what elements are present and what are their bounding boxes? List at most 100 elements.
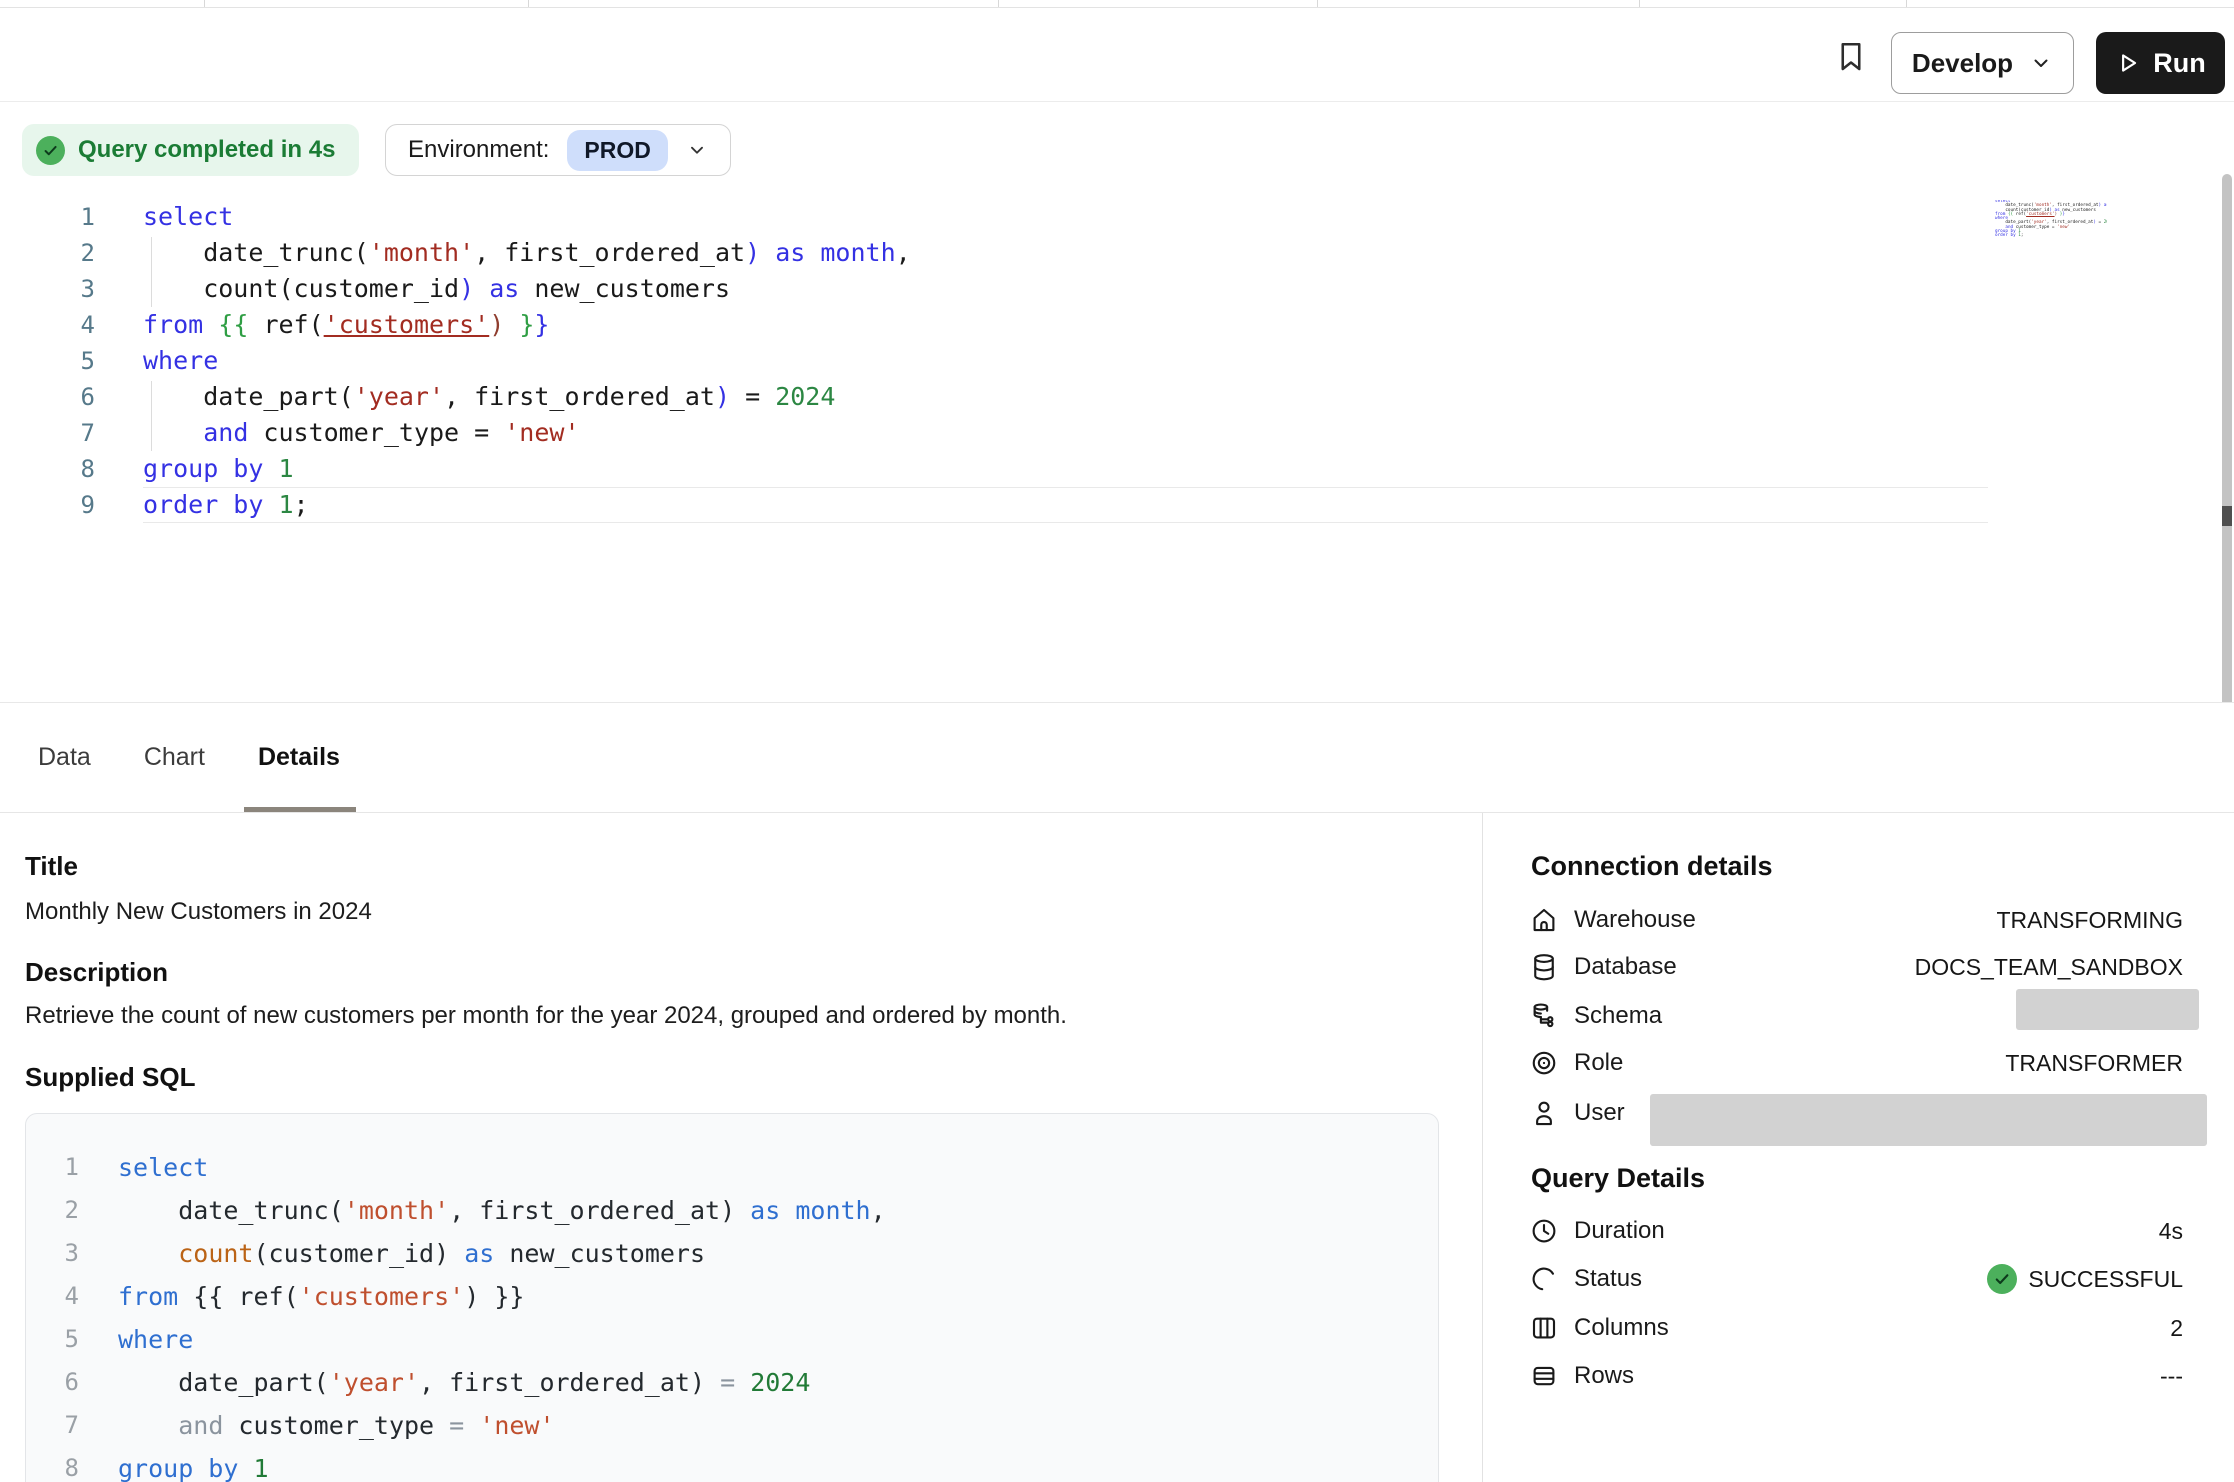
editor-scrollbar[interactable] <box>2222 174 2232 752</box>
environment-label: Environment: <box>408 136 549 164</box>
code-line-1: 1select <box>0 199 2234 235</box>
tab-chart[interactable]: Chart <box>142 703 207 812</box>
line-number: 2 <box>0 235 95 271</box>
code-text: date_trunc('month', first_ordered_at) as… <box>143 235 911 271</box>
code-line-2: 2 date_trunc('month', first_ordered_at) … <box>0 235 2234 271</box>
columns-label: Columns <box>1574 1314 1669 1342</box>
code-line-4: 4 from {{ ref('customers') }} <box>0 307 2234 343</box>
code-text: count(customer_id) as new_customers <box>143 271 730 307</box>
code-line-9: 9order by 1; <box>1995 234 2107 238</box>
line-number: 3 <box>26 1232 79 1275</box>
duration-value: 4s <box>2159 1218 2183 1245</box>
chevron-down-icon <box>686 139 708 161</box>
rows-value: --- <box>2160 1363 2183 1390</box>
code-line-8: 8 group by 1 <box>26 1447 1438 1482</box>
user-redacted-value <box>1650 1094 2207 1146</box>
code-text: where <box>118 1318 193 1361</box>
check-circle-icon <box>36 136 65 165</box>
user-label: User <box>1574 1099 1625 1127</box>
title-value: Monthly New Customers in 2024 <box>25 898 372 926</box>
line-number: 8 <box>26 1447 79 1482</box>
sql-editor[interactable]: 1select2 date_trunc('month', first_order… <box>0 199 2234 523</box>
duration-label: Duration <box>1574 1217 1665 1245</box>
target-icon <box>1529 1048 1559 1078</box>
line-number: 6 <box>0 379 95 415</box>
database-value: DOCS_TEAM_SANDBOX <box>1915 954 2183 981</box>
develop-button[interactable]: Develop <box>1891 32 2074 94</box>
warehouse-value: TRANSFORMING <box>1996 907 2183 934</box>
results-tab-bar: Data Chart Details <box>0 703 2234 813</box>
editor-minimap[interactable]: 1select2 date_trunc('month', first_order… <box>1995 200 2107 244</box>
query-status-text: Query completed in 4s <box>78 136 335 164</box>
run-button-label: Run <box>2153 48 2205 79</box>
description-heading: Description <box>25 957 168 988</box>
line-number: 2 <box>26 1189 79 1232</box>
role-row: RoleTRANSFORMER <box>1529 1044 2183 1082</box>
description-value: Retrieve the count of new customers per … <box>25 1002 1067 1030</box>
tab-data[interactable]: Data <box>36 703 93 812</box>
environment-value-badge: PROD <box>567 130 667 171</box>
ide-window: Develop Run Query completed in 4s Enviro… <box>0 0 2234 1482</box>
code-line-4: 4 from {{ ref('customers') }} <box>26 1275 1438 1318</box>
schema-redacted-value <box>2016 989 2199 1030</box>
code-line-7: 7 and customer_type = 'new' <box>26 1404 1438 1447</box>
code-text: select <box>143 199 233 235</box>
rows-label: Rows <box>1574 1362 1634 1390</box>
tab-divider <box>528 0 529 7</box>
tab-divider <box>1317 0 1318 7</box>
rows-row: Rows --- <box>1529 1357 2183 1395</box>
code-text: order by 1; <box>1995 234 2023 238</box>
columns-icon <box>1529 1313 1559 1343</box>
line-number: 5 <box>26 1318 79 1361</box>
line-number: 4 <box>0 307 95 343</box>
line-number: 3 <box>0 271 95 307</box>
query-status-badge: Query completed in 4s <box>22 124 359 176</box>
role-label: Role <box>1574 1049 1623 1077</box>
chevron-down-icon <box>2029 51 2053 75</box>
environment-selector[interactable]: Environment: PROD <box>385 124 731 176</box>
query-details-heading: Query Details <box>1531 1163 1705 1194</box>
editor-scrollbar-marker <box>2222 506 2232 526</box>
home-icon <box>1529 905 1559 935</box>
connection-details-heading: Connection details <box>1531 851 1773 882</box>
duration-row: Duration 4s <box>1529 1212 2183 1250</box>
code-line-2: 2 date_trunc('month', first_ordered_at) … <box>26 1189 1438 1232</box>
code-text: and customer_type = 'new' <box>118 1404 555 1447</box>
code-text: select <box>118 1146 208 1189</box>
line-number: 1 <box>26 1146 79 1189</box>
title-heading: Title <box>25 851 78 882</box>
line-number: 9 <box>0 487 95 523</box>
top-tab-strip <box>0 0 2234 8</box>
status-value: SUCCESSFUL <box>1987 1264 2183 1294</box>
code-text: date_trunc('month', first_ordered_at) as… <box>118 1189 886 1232</box>
supplied-sql-block: 1select2 date_trunc('month', first_order… <box>25 1113 1439 1482</box>
code-line-1: 1 select <box>26 1146 1438 1189</box>
line-number: 4 <box>26 1275 79 1318</box>
code-text: count(customer_id) as new_customers <box>118 1232 705 1275</box>
tab-divider <box>998 0 999 7</box>
database-icon <box>1529 952 1559 982</box>
code-text: group by 1 <box>118 1447 269 1482</box>
status-icon <box>1529 1264 1559 1294</box>
bookmark-icon[interactable] <box>1833 38 1869 76</box>
code-text: and customer_type = 'new' <box>143 415 580 451</box>
play-icon <box>2115 50 2141 76</box>
tab-details[interactable]: Details <box>256 703 342 812</box>
code-text: from {{ ref('customers') }} <box>143 307 549 343</box>
details-side-panel: Connection details Query Details Warehou… <box>1482 813 2234 1482</box>
database-row: DatabaseDOCS_TEAM_SANDBOX <box>1529 948 2183 986</box>
develop-button-label: Develop <box>1912 48 2013 79</box>
code-text: date_part('year', first_ordered_at) = 20… <box>118 1361 810 1404</box>
tab-divider <box>204 0 205 7</box>
code-text: from {{ ref('customers') }} <box>118 1275 524 1318</box>
tab-divider <box>1639 0 1640 7</box>
line-number: 7 <box>26 1404 79 1447</box>
code-line-9: 9order by 1; <box>0 487 2234 523</box>
indent-guide <box>151 237 152 307</box>
indent-guide <box>151 381 152 451</box>
code-text: group by 1 <box>143 451 294 487</box>
code-line-6: 6 date_part('year', first_ordered_at) = … <box>26 1361 1438 1404</box>
code-text: where <box>143 343 218 379</box>
code-line-5: 5 where <box>26 1318 1438 1361</box>
run-button[interactable]: Run <box>2096 32 2225 94</box>
